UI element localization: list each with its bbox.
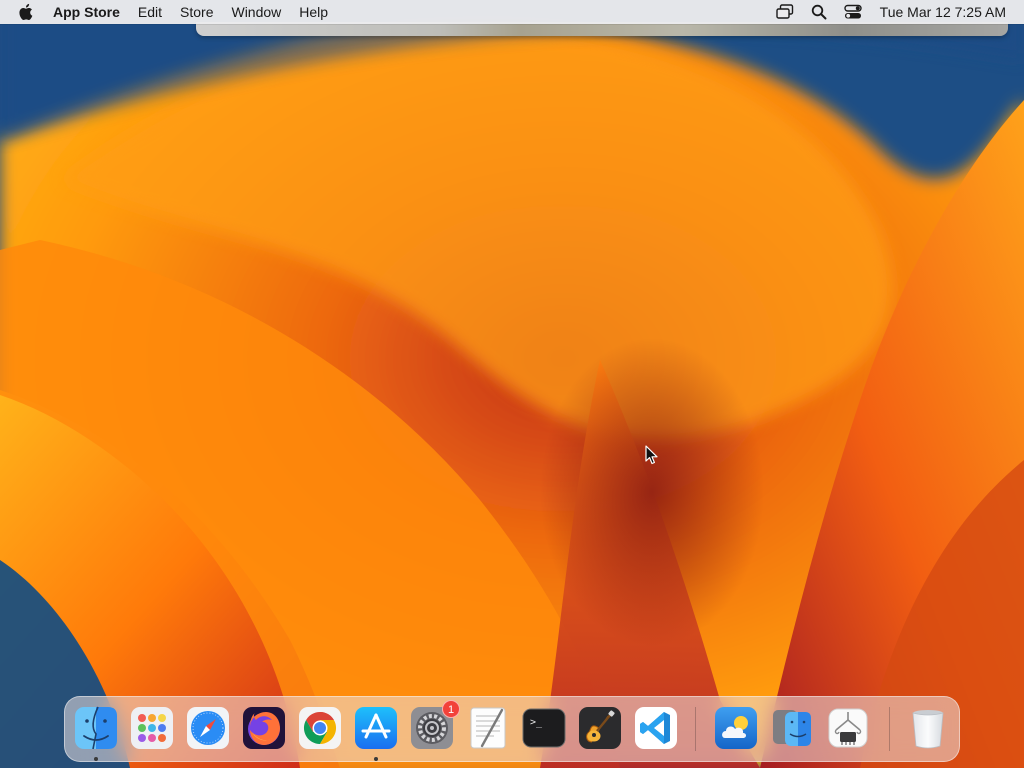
dock-item-system-settings[interactable]: 1 xyxy=(409,700,460,751)
weather-icon xyxy=(715,707,757,749)
screen-mirroring-icon[interactable] xyxy=(775,2,795,22)
store-menu[interactable]: Store xyxy=(171,0,222,24)
background-window-edge[interactable] xyxy=(196,22,1008,36)
finder-icon xyxy=(75,706,117,750)
trash-icon xyxy=(912,710,944,749)
garageband-icon xyxy=(579,707,621,749)
dock-item-finder[interactable] xyxy=(73,705,119,751)
spotlight-search-icon[interactable] xyxy=(809,2,829,22)
dock-item-vscode[interactable] xyxy=(633,705,679,751)
help-menu[interactable]: Help xyxy=(290,0,337,24)
app-store-icon xyxy=(355,707,397,749)
terminal-prompt-text: >_ xyxy=(530,717,543,728)
dock-item-garageband[interactable] xyxy=(577,705,623,751)
apple-logo-icon[interactable] xyxy=(17,2,37,22)
dock-item-terminal[interactable]: >_ xyxy=(521,705,567,751)
wallpaper-image xyxy=(0,0,1024,768)
dock-item-safari[interactable] xyxy=(185,705,231,751)
dock-item-weather[interactable] xyxy=(713,705,759,751)
edit-menu[interactable]: Edit xyxy=(129,0,171,24)
migration-assistant-icon xyxy=(773,710,811,746)
control-center-icon[interactable] xyxy=(843,2,863,22)
launchpad-icon xyxy=(131,707,173,749)
firefox-icon xyxy=(243,707,285,749)
dock-item-migration-assistant[interactable] xyxy=(769,705,815,751)
dock-item-firefox[interactable] xyxy=(241,705,287,751)
notification-badge: 1 xyxy=(442,700,460,718)
dock: 1 >_ xyxy=(64,696,960,762)
vscode-icon xyxy=(635,707,677,749)
dock-item-trash[interactable] xyxy=(905,705,951,751)
running-indicator-finder xyxy=(94,757,98,761)
dock-item-app-store[interactable] xyxy=(353,705,399,751)
desktop: App Store Edit Store Window Help Tue Mar… xyxy=(0,0,1024,768)
dock-item-textedit[interactable] xyxy=(465,705,511,751)
menu-bar: App Store Edit Store Window Help Tue Mar… xyxy=(0,0,1024,24)
mouse-cursor-icon xyxy=(645,445,658,465)
dock-item-chrome[interactable] xyxy=(297,705,343,751)
dock-item-system-information[interactable] xyxy=(825,705,871,751)
dock-item-launchpad[interactable] xyxy=(129,705,175,751)
terminal-icon: >_ xyxy=(522,708,566,748)
app-name-menu[interactable]: App Store xyxy=(51,0,129,24)
window-menu[interactable]: Window xyxy=(222,0,290,24)
dock-separator xyxy=(889,707,890,751)
safari-icon xyxy=(187,707,229,749)
textedit-icon xyxy=(470,707,506,749)
menu-bar-clock[interactable]: Tue Mar 12 7:25 AM xyxy=(880,4,1006,20)
running-indicator-app-store xyxy=(374,757,378,761)
dock-separator xyxy=(695,707,696,751)
system-information-icon xyxy=(828,708,868,748)
chrome-icon xyxy=(299,707,341,749)
